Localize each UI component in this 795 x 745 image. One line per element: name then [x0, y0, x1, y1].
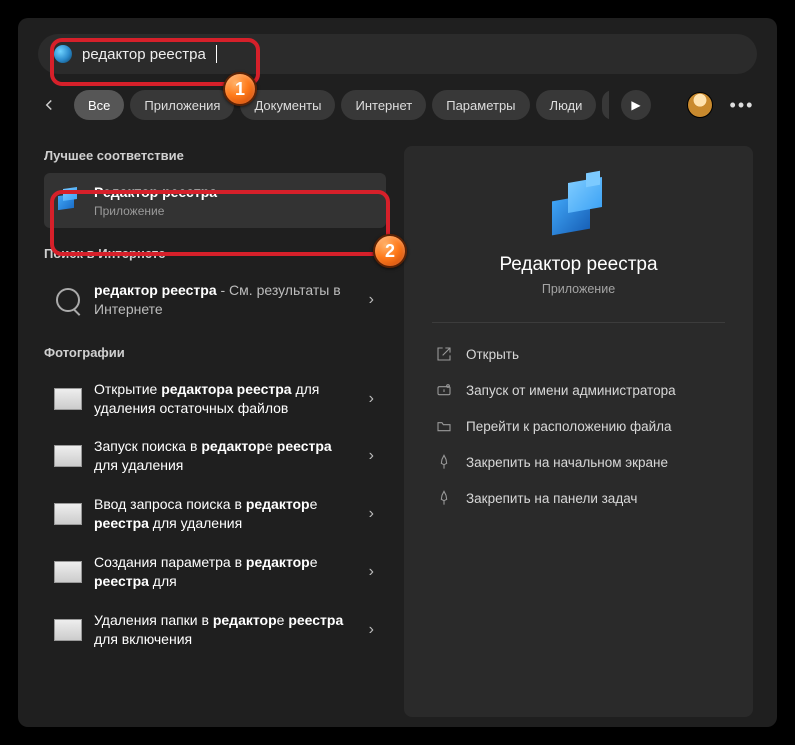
photo-thumbnail	[54, 388, 82, 410]
photo-result[interactable]: Удаления папки в редакторе реестра для в…	[44, 601, 386, 659]
chevron-right-icon: ›	[367, 563, 376, 581]
action-pin[interactable]: Закрепить на панели задач	[432, 481, 725, 515]
regedit-icon	[54, 186, 82, 214]
filter-row: ВсеПриложенияДокументыИнтернетПараметрыЛ…	[18, 78, 777, 136]
action-label: Открыть	[466, 347, 519, 362]
preview-title: Редактор реестра	[499, 254, 657, 276]
photo-result-title: Удаления папки в редакторе реестра для в…	[94, 611, 355, 649]
chevron-right-icon: ›	[367, 621, 376, 639]
search-bar[interactable]: редактор реестра	[38, 34, 757, 74]
preview-panel: Редактор реестра Приложение Открыть Запус…	[404, 146, 753, 717]
user-avatar[interactable]	[687, 92, 713, 118]
web-search-result[interactable]: редактор реестра - См. результаты в Инте…	[44, 271, 386, 329]
filter-chip-Люди[interactable]: Люди	[536, 90, 597, 120]
best-match-result[interactable]: Редактор реестра Приложение	[44, 173, 386, 228]
results-column: Лучшее соответствие Редактор реестра При…	[18, 136, 398, 727]
filter-chips: ВсеПриложенияДокументыИнтернетПараметрыЛ…	[74, 90, 609, 120]
action-label: Закрепить на панели задач	[466, 491, 637, 506]
pin-icon	[436, 454, 452, 470]
section-title-best: Лучшее соответствие	[44, 148, 386, 163]
text-caret	[216, 45, 217, 63]
admin-icon	[436, 382, 452, 398]
search-orb-icon	[54, 45, 72, 63]
filter-chip-Интернет[interactable]: Интернет	[341, 90, 426, 120]
preview-subtitle: Приложение	[542, 282, 615, 296]
action-pin[interactable]: Закрепить на начальном экране	[432, 445, 725, 479]
photo-result-title: Открытие редактора реестра для удаления …	[94, 380, 355, 418]
section-title-web: Поиск в Интернете	[44, 246, 386, 261]
photo-result[interactable]: Открытие редактора реестра для удаления …	[44, 370, 386, 428]
photo-thumbnail	[54, 561, 82, 583]
photo-result[interactable]: Запуск поиска в редакторе реестра для уд…	[44, 427, 386, 485]
start-search-window: 1 2 редактор реестра ВсеПриложенияДокуме…	[18, 18, 777, 727]
photo-thumbnail	[54, 619, 82, 641]
photo-thumbnail	[54, 503, 82, 525]
best-match-title: Редактор реестра	[94, 183, 376, 202]
filter-chip-П[interactable]: П	[602, 90, 609, 120]
pin-icon	[436, 490, 452, 506]
search-row: редактор реестра	[18, 28, 777, 78]
photo-result-title: Ввод запроса поиска в редакторе реестра …	[94, 495, 355, 533]
scroll-right-button[interactable]: ▶	[621, 90, 651, 120]
filter-chip-Параметры[interactable]: Параметры	[432, 90, 529, 120]
back-button[interactable]	[32, 88, 66, 122]
preview-column: Редактор реестра Приложение Открыть Запус…	[398, 136, 777, 727]
action-label: Перейти к расположению файла	[466, 419, 672, 434]
regedit-large-icon	[546, 174, 612, 240]
photo-result[interactable]: Ввод запроса поиска в редакторе реестра …	[44, 485, 386, 543]
action-label: Запуск от имени администратора	[466, 383, 676, 398]
filter-chip-Все[interactable]: Все	[74, 90, 124, 120]
annotation-badge-1: 1	[223, 72, 257, 106]
action-folder[interactable]: Перейти к расположению файла	[432, 409, 725, 443]
search-query-text: редактор реестра	[82, 46, 206, 63]
chevron-right-icon: ›	[367, 505, 376, 523]
action-admin[interactable]: Запуск от имени администратора	[432, 373, 725, 407]
filter-chip-Приложения[interactable]: Приложения	[130, 90, 234, 120]
chevron-right-icon: ›	[367, 447, 376, 465]
photo-thumbnail	[54, 445, 82, 467]
photo-result[interactable]: Создания параметра в редакторе реестра д…	[44, 543, 386, 601]
web-result-title: редактор реестра - См. результаты в Инте…	[94, 281, 355, 319]
magnifier-icon	[56, 288, 80, 312]
section-title-photos: Фотографии	[44, 345, 386, 360]
annotation-badge-2: 2	[373, 234, 407, 268]
folder-icon	[436, 418, 452, 434]
best-match-subtitle: Приложение	[94, 204, 376, 218]
more-button[interactable]: •••	[727, 90, 757, 120]
chevron-right-icon: ›	[367, 390, 376, 408]
photo-result-title: Запуск поиска в редакторе реестра для уд…	[94, 437, 355, 475]
photo-result-title: Создания параметра в редакторе реестра д…	[94, 553, 355, 591]
open-icon	[436, 346, 452, 362]
action-open[interactable]: Открыть	[432, 337, 725, 371]
action-label: Закрепить на начальном экране	[466, 455, 668, 470]
chevron-right-icon: ›	[367, 291, 376, 309]
